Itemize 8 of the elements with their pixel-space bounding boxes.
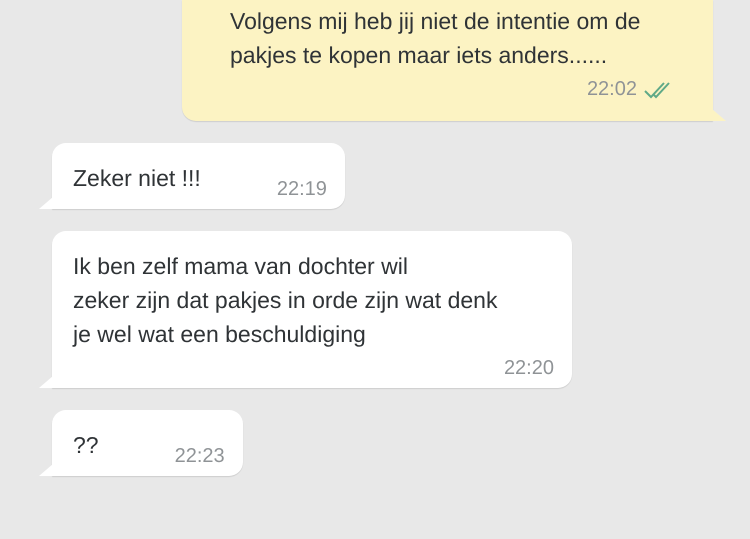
message-time: 22:02 bbox=[586, 78, 637, 101]
message-time: 22:20 bbox=[504, 357, 554, 380]
message-text: ?? bbox=[73, 431, 99, 460]
message-time: 22:19 bbox=[276, 178, 327, 201]
message-time: 22:23 bbox=[174, 445, 225, 468]
message-text: Zeker niet !!! bbox=[73, 164, 201, 193]
message-text: Ik ben zelf mama van dochter wil zeker zijn dat pakjes in orde zijn wat denk je wel wat een beschuldiging bbox=[73, 252, 498, 349]
message-text: Volgens mij heb jij niet de intentie om de pakjes te kopen maar iets anders...... bbox=[230, 7, 642, 70]
